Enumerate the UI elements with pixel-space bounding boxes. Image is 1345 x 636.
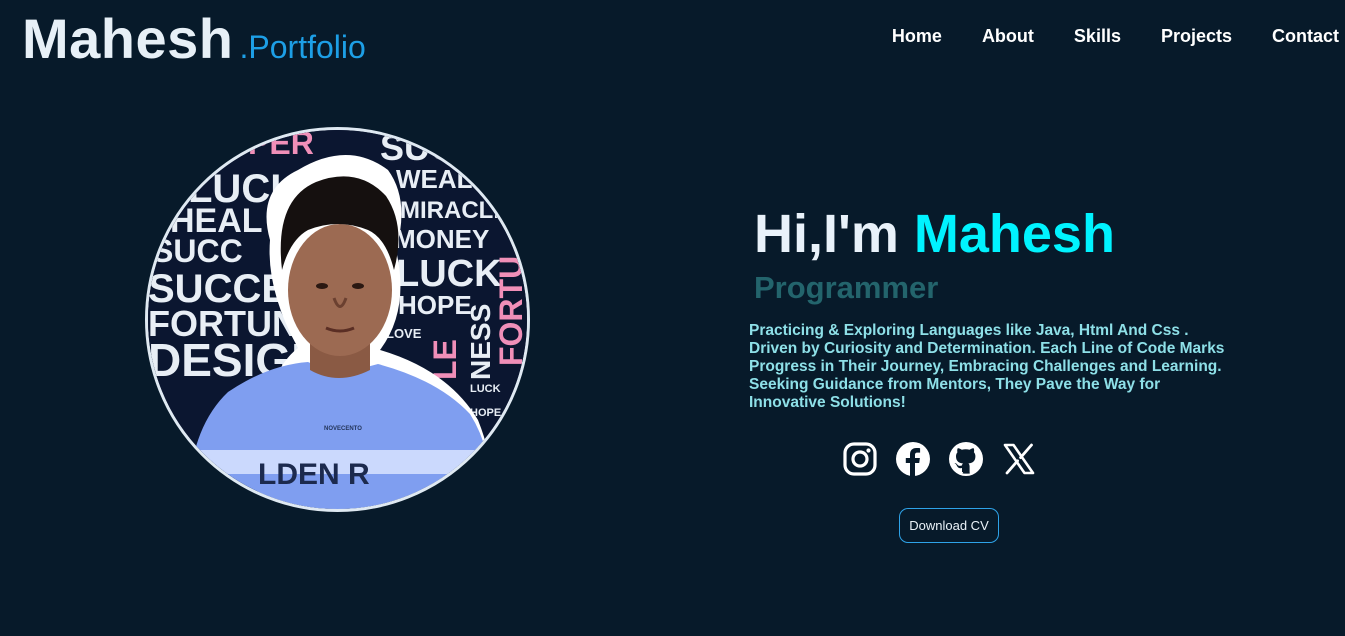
- photo-word: SUCC: [152, 233, 243, 269]
- hero-section: Hi,I'm Mahesh Programmer Practicing & Ex…: [749, 200, 1249, 412]
- photo-word: LUCK: [396, 253, 502, 295]
- nav-home[interactable]: Home: [872, 26, 962, 47]
- hero-bio: Practicing & Exploring Languages like Ja…: [749, 322, 1225, 411]
- photo-word: HOPE: [398, 290, 472, 320]
- photo-word: MONEY: [394, 224, 489, 254]
- photo-word: LUCK: [470, 383, 501, 395]
- photo-word: SUC: [380, 130, 456, 168]
- main-nav: Home About Skills Projects Contact: [872, 26, 1339, 47]
- hero-greeting: Hi,I'm Mahesh: [754, 200, 1249, 268]
- hero-role: Programmer: [754, 270, 939, 305]
- shirt-text: NOVECENTO: [324, 426, 362, 432]
- brand-name: Mahesh: [22, 7, 234, 70]
- social-links: [843, 442, 1036, 476]
- photo-word: NESS: [465, 304, 496, 380]
- photo-word: PER: [248, 130, 314, 161]
- profile-photo: SUC LUCK WEALT HEAL MIRACLE SUCC MONEY S…: [145, 127, 530, 512]
- nav-skills[interactable]: Skills: [1054, 26, 1141, 47]
- photo-word: MIRACLE: [400, 197, 509, 224]
- hero-name: Mahesh: [913, 204, 1115, 264]
- shirt-text: LDEN R: [258, 458, 370, 491]
- instagram-icon[interactable]: [843, 442, 877, 476]
- nav-projects[interactable]: Projects: [1141, 26, 1252, 47]
- brand-suffix: .Portfolio: [239, 29, 366, 65]
- brand-logo[interactable]: Mahesh .Portfolio: [22, 6, 366, 71]
- x-icon[interactable]: [1002, 442, 1036, 476]
- photo-word: FORTU: [493, 256, 527, 366]
- download-cv-button[interactable]: Download CV: [899, 508, 999, 543]
- nav-contact[interactable]: Contact: [1252, 26, 1339, 47]
- nav-about[interactable]: About: [962, 26, 1054, 47]
- facebook-icon[interactable]: [896, 442, 930, 476]
- greeting-text: Hi,I'm: [754, 204, 899, 264]
- github-icon[interactable]: [949, 442, 983, 476]
- photo-word: WEALT: [396, 164, 487, 194]
